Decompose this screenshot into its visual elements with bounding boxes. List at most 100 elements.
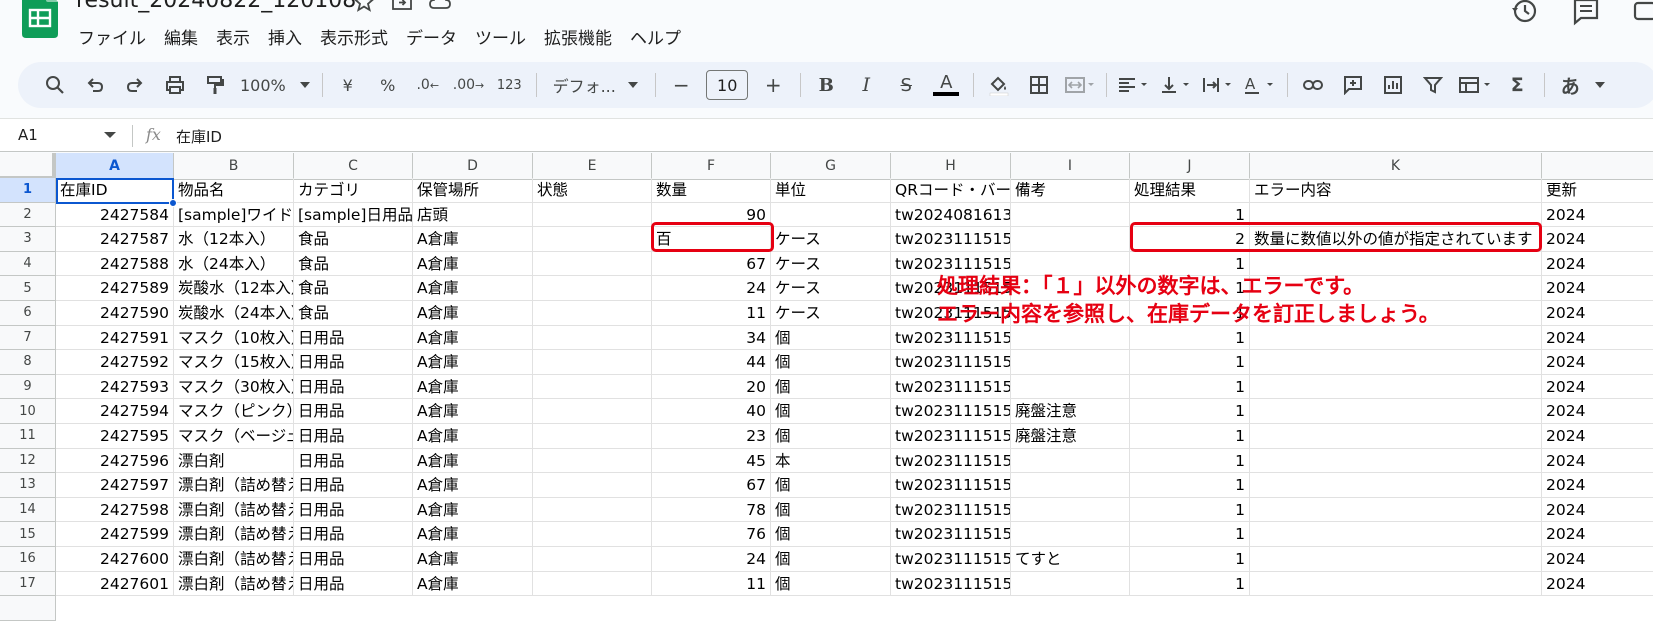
cell-j1[interactable]: 処理結果 <box>1130 178 1250 203</box>
cell-j17[interactable]: 1 <box>1130 571 1250 597</box>
cell-f2[interactable]: 90 <box>652 202 771 228</box>
cell-f9[interactable]: 20 <box>652 374 771 400</box>
cell-a15[interactable]: 2427599 <box>56 522 174 547</box>
row-header[interactable]: 3 <box>0 227 56 252</box>
cell-c7[interactable]: 日用品 <box>294 325 413 351</box>
row-header[interactable]: 12 <box>0 448 56 474</box>
cell-d15[interactable]: A倉庫 <box>413 522 533 547</box>
cell-c16[interactable]: 日用品 <box>294 547 413 572</box>
cell-a7[interactable]: 2427591 <box>56 325 174 351</box>
cell-l4[interactable]: 2024 <box>1542 252 1653 277</box>
decrease-font-size-button[interactable]: − <box>666 69 696 101</box>
cell-l10[interactable]: 2024 <box>1542 399 1653 424</box>
cell-c4[interactable]: 食品 <box>294 251 413 277</box>
cell-g11[interactable]: 個 <box>771 424 891 449</box>
cell-e3[interactable] <box>533 227 652 252</box>
cell-b5[interactable]: 炭酸水（12本入） <box>174 276 294 301</box>
column-header-j[interactable]: J <box>1130 153 1250 180</box>
cell-g14[interactable]: 個 <box>771 497 891 523</box>
row-header[interactable]: 17 <box>0 571 56 597</box>
cell-b15[interactable]: 漂白剤（詰め替え） <box>174 522 294 547</box>
cell-i3[interactable] <box>1011 227 1130 252</box>
history-icon[interactable] <box>1509 0 1539 26</box>
cell-a9[interactable]: 2427593 <box>56 374 174 400</box>
cell-b17[interactable]: 漂白剤（詰め替え） <box>174 571 294 597</box>
cell-l2[interactable]: 2024 <box>1542 203 1653 228</box>
cell-f12[interactable]: 45 <box>652 448 771 474</box>
cell-f5[interactable]: 24 <box>652 276 771 301</box>
text-color-button[interactable]: A <box>931 69 961 101</box>
menu-file[interactable]: ファイル <box>78 24 146 49</box>
cell-h12[interactable]: tw20231115151907164794​6 <box>891 448 1011 474</box>
italic-button[interactable]: I <box>851 69 881 101</box>
cell-h17[interactable]: tw20231115151908298470​0 <box>891 571 1011 597</box>
cell-d3[interactable]: A倉庫 <box>413 227 533 252</box>
column-header-k[interactable]: K <box>1250 153 1542 180</box>
cell-e16[interactable] <box>533 547 652 572</box>
font-select[interactable]: デフォ... <box>547 69 643 101</box>
document-title[interactable]: result_20240822_120108 <box>76 0 356 13</box>
column-header-l[interactable] <box>1542 153 1653 180</box>
cell-d13[interactable]: A倉庫 <box>413 473 533 498</box>
cell-f4[interactable]: 67 <box>652 251 771 277</box>
decrease-decimal-button[interactable]: .0 ← <box>413 69 443 101</box>
strikethrough-button[interactable]: S <box>891 69 921 101</box>
insert-chart-icon[interactable] <box>1378 69 1408 101</box>
cell-j9[interactable]: 1 <box>1130 374 1250 400</box>
bold-button[interactable]: B <box>811 69 841 101</box>
print-icon[interactable] <box>160 69 190 101</box>
menu-data[interactable]: データ <box>406 24 457 49</box>
cell-b13[interactable]: 漂白剤（詰め替え） <box>174 473 294 498</box>
cell-l17[interactable]: 2024 <box>1542 572 1653 597</box>
cell-b10[interactable]: マスク（ピンク） <box>174 399 294 424</box>
name-box[interactable]: A1 <box>18 126 38 144</box>
cell-f14[interactable]: 78 <box>652 497 771 523</box>
cell-e6[interactable] <box>533 301 652 326</box>
cell-b4[interactable]: 水（24本入） <box>174 251 294 277</box>
cell-f3[interactable]: 百 <box>652 227 771 252</box>
cell-h14[interactable]: tw20231115151908123895​5 <box>891 497 1011 523</box>
cell-g8[interactable]: 個 <box>771 350 891 375</box>
cell-l8[interactable]: 2024 <box>1542 350 1653 375</box>
cell-d12[interactable]: A倉庫 <box>413 448 533 474</box>
cell-d2[interactable]: 店頭 <box>413 202 533 228</box>
fill-color-icon[interactable] <box>984 69 1014 101</box>
cell-b11[interactable]: マスク（ベージュ） <box>174 424 294 449</box>
row-header[interactable]: 2 <box>0 202 56 228</box>
row-header[interactable]: 9 <box>0 374 56 400</box>
cell-f13[interactable]: 67 <box>652 473 771 498</box>
cell-l6[interactable]: 2024 <box>1542 301 1653 326</box>
row-header[interactable]: 8 <box>0 350 56 375</box>
move-icon[interactable] <box>390 0 414 14</box>
search-menus-icon[interactable] <box>40 69 70 101</box>
cell-j7[interactable]: 1 <box>1130 325 1250 351</box>
cell-k10[interactable] <box>1250 399 1542 424</box>
cell-a4[interactable]: 2427588 <box>56 251 174 277</box>
cell-h16[interactable]: tw20231115151903456789​0 <box>891 547 1011 572</box>
cell-d11[interactable]: A倉庫 <box>413 424 533 449</box>
column-header-a[interactable]: A <box>56 153 174 180</box>
insert-comment-icon[interactable] <box>1338 69 1368 101</box>
cell-b9[interactable]: マスク（30枚入） <box>174 374 294 400</box>
cell-c14[interactable]: 日用品 <box>294 497 413 523</box>
percent-format-button[interactable]: % <box>373 69 403 101</box>
row-header[interactable]: 16 <box>0 547 56 572</box>
cell-d7[interactable]: A倉庫 <box>413 325 533 351</box>
cell-g5[interactable]: ケース <box>771 276 891 301</box>
cell-e4[interactable] <box>533 251 652 277</box>
cell-k16[interactable] <box>1250 547 1542 572</box>
cell-d6[interactable]: A倉庫 <box>413 301 533 326</box>
cell-j16[interactable]: 1 <box>1130 547 1250 572</box>
cell-f17[interactable]: 11 <box>652 571 771 597</box>
cell-c10[interactable]: 日用品 <box>294 399 413 424</box>
borders-icon[interactable] <box>1024 69 1054 101</box>
cell-g16[interactable]: 個 <box>771 547 891 572</box>
cell-g6[interactable]: ケース <box>771 301 891 326</box>
cell-j2[interactable]: 1 <box>1130 202 1250 228</box>
cell-b12[interactable]: 漂白剤 <box>174 448 294 474</box>
cell-c12[interactable]: 日用品 <box>294 448 413 474</box>
cell-k11[interactable] <box>1250 424 1542 449</box>
cell-d9[interactable]: A倉庫 <box>413 374 533 400</box>
column-header-c[interactable]: C <box>294 153 413 180</box>
cell-g9[interactable]: 個 <box>771 374 891 400</box>
